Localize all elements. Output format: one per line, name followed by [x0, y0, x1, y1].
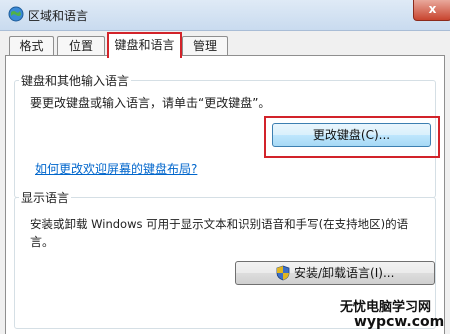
- display-language-group-title: 显示语言: [19, 189, 72, 206]
- watermark-site-name: 无忧电脑学习网: [340, 300, 432, 315]
- globe-icon: [8, 6, 24, 22]
- change-keyboard-button[interactable]: 更改键盘(C)...: [272, 123, 431, 147]
- keyboard-layout-help-link[interactable]: 如何更改欢迎屏幕的键盘布局?: [35, 160, 197, 177]
- display-language-description-line1: 安装或卸载 Windows 可用于显示文本和识别语音和手写(在支持地区)的语: [30, 217, 409, 231]
- display-language-description-line2: 言。: [30, 235, 55, 249]
- tab-panel: 键盘和其他输入语言 要更改键盘或输入语言，请单击“更改键盘”。 更改键盘(C).…: [5, 55, 445, 334]
- tab-location[interactable]: 位置: [57, 36, 105, 55]
- tab-formats[interactable]: 格式: [9, 36, 54, 55]
- tab-keyboards-and-languages[interactable]: 键盘和语言: [107, 32, 182, 58]
- install-uninstall-languages-button[interactable]: 安装/卸载语言(I)...: [235, 261, 435, 285]
- watermark-url: wypcw.com: [354, 314, 445, 330]
- keyboard-group-title: 键盘和其他输入语言: [19, 72, 132, 89]
- install-button-label: 安装/卸载语言(I)...: [294, 266, 395, 280]
- keyboard-description: 要更改键盘或输入语言，请单击“更改键盘”。: [30, 96, 271, 110]
- window-title: 区域和语言: [28, 9, 89, 23]
- title-bar: 区域和语言 x: [0, 0, 450, 31]
- close-button[interactable]: x: [413, 0, 450, 21]
- uac-shield-icon: [276, 265, 290, 281]
- tab-administrative[interactable]: 管理: [182, 36, 228, 55]
- tab-strip: 格式 位置 键盘和语言 管理: [0, 30, 450, 58]
